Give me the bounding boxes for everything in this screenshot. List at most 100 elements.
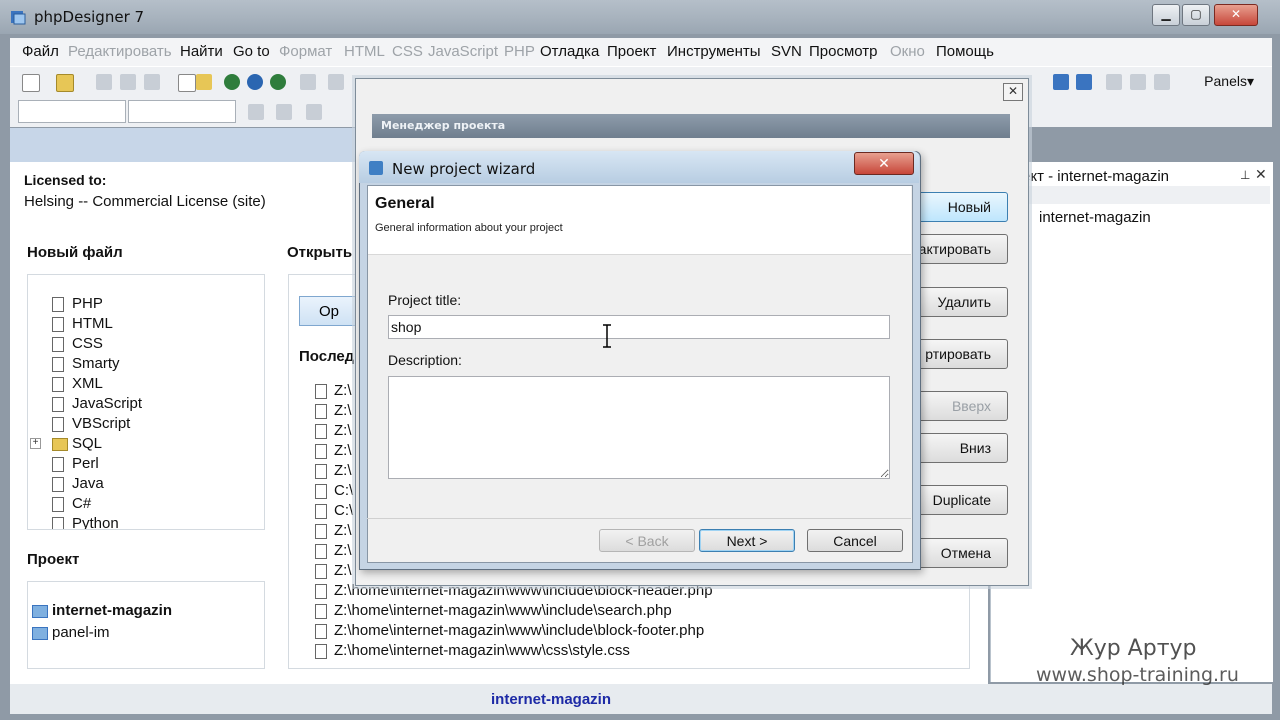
recent-file[interactable]: Z:\home\internet-magazin\www\css\style.c… [315, 642, 630, 659]
layout-icon[interactable] [1106, 74, 1122, 90]
file-icon [52, 477, 64, 492]
file-icon [315, 424, 327, 439]
new-file-item[interactable]: CSS [52, 335, 103, 352]
menu-window[interactable]: Окно [890, 43, 925, 60]
menu-find[interactable]: Найти [180, 43, 223, 60]
undo-icon[interactable] [328, 74, 344, 90]
recent-file[interactable]: Z:\home\internet-magazin\www\include\blo… [315, 622, 704, 639]
file-icon [52, 297, 64, 312]
menu-edit[interactable]: Редактировать [68, 43, 172, 60]
recent-file[interactable]: Z:\ [315, 382, 352, 399]
project-title-label: Project title: [388, 292, 462, 308]
menu-php[interactable]: PHP [504, 43, 535, 60]
watermark-url: www.shop-training.ru [1036, 664, 1239, 686]
project-tree-item[interactable]: internet-magazin [1039, 209, 1151, 226]
project-panel-title: ект - internet-magazin [1022, 168, 1169, 185]
wizard-close-button[interactable]: ✕ [854, 152, 914, 175]
menu-css[interactable]: CSS [392, 43, 423, 60]
next-button[interactable]: Next > [699, 529, 795, 552]
menu-file[interactable]: Файл [22, 43, 59, 60]
new-file-item[interactable]: XML [52, 375, 103, 392]
menu-svn[interactable]: SVN [771, 43, 802, 60]
new-file-item[interactable]: VBScript [52, 415, 130, 432]
menu-view[interactable]: Просмотр [809, 43, 878, 60]
menu-project[interactable]: Проект [607, 43, 656, 60]
size-combo[interactable] [128, 100, 236, 123]
new-file-item[interactable]: C# [52, 495, 91, 512]
minimize-button[interactable]: ▁ [1152, 4, 1180, 26]
file-icon [315, 604, 327, 619]
file-icon [52, 497, 64, 512]
page-icon[interactable] [178, 74, 196, 92]
back-button[interactable]: < Back [599, 529, 695, 552]
project-item[interactable]: panel-im [32, 624, 110, 641]
app-icon [10, 9, 26, 25]
save-all-icon[interactable] [144, 74, 160, 90]
print-icon[interactable] [300, 74, 316, 90]
file-icon [52, 377, 64, 392]
panels-button[interactable]: Panels▾ [1204, 73, 1254, 90]
recent-file[interactable]: C:\ [315, 482, 353, 499]
new-file-item[interactable]: JavaScript [52, 395, 142, 412]
maximize-button[interactable]: ▢ [1182, 4, 1210, 26]
recent-file[interactable]: Z:\ [315, 422, 352, 439]
description-textarea[interactable] [388, 376, 890, 479]
menu-tools[interactable]: Инструменты [667, 43, 761, 60]
file-icon [315, 444, 327, 459]
new-file-item[interactable]: PHP [52, 295, 103, 312]
project-title-input[interactable] [388, 315, 890, 339]
recent-file[interactable]: Z:\ [315, 402, 352, 419]
menu-javascript[interactable]: JavaScript [428, 43, 498, 60]
panel-left-icon[interactable] [1053, 74, 1069, 90]
open-button[interactable]: Op [299, 296, 359, 326]
close-window-button[interactable]: ✕ [1214, 4, 1258, 26]
new-file-item[interactable]: Perl [52, 455, 99, 472]
font-combo[interactable] [18, 100, 126, 123]
menu-format[interactable]: Формат [279, 43, 332, 60]
cancel-button[interactable]: Cancel [807, 529, 903, 552]
project-item[interactable]: internet-magazin [32, 602, 172, 619]
new-file-item[interactable]: HTML [52, 315, 113, 332]
folder-icon[interactable] [196, 74, 212, 90]
pin-icon[interactable]: ⊥ [1240, 168, 1250, 182]
expand-icon[interactable]: + [30, 438, 41, 449]
new-file-item[interactable]: Python [52, 515, 119, 529]
windows-icon[interactable] [1154, 74, 1170, 90]
new-file-item[interactable]: Smarty [52, 355, 120, 372]
menu-goto[interactable]: Go to [233, 43, 270, 60]
indent-icon[interactable] [248, 104, 264, 120]
recent-file[interactable]: Z:\ [315, 542, 352, 559]
panel-close-icon[interactable]: ✕ [1255, 166, 1267, 183]
form-icon[interactable] [306, 104, 322, 120]
save-as-icon[interactable] [120, 74, 136, 90]
wizard-header-pane [368, 186, 911, 255]
text-cursor-icon [602, 324, 612, 348]
new-file-item-sql[interactable]: + SQL [30, 435, 102, 452]
globe-green-icon[interactable] [270, 74, 286, 90]
new-file-item[interactable]: Java [52, 475, 104, 492]
open-title: Открыть [287, 244, 353, 261]
save-icon[interactable] [96, 74, 112, 90]
recent-file[interactable]: Z:\ [315, 462, 352, 479]
open-folder-icon[interactable] [56, 74, 74, 92]
globe-icon[interactable] [224, 74, 240, 90]
globe-blue-icon[interactable] [247, 74, 263, 90]
menu-html[interactable]: HTML [344, 43, 385, 60]
recent-file[interactable]: Z:\ [315, 562, 352, 579]
wizard-section-subtitle: General information about your project [375, 222, 563, 234]
recent-file[interactable]: Z:\ [315, 522, 352, 539]
project-manager-close-button[interactable]: ✕ [1003, 83, 1023, 101]
columns-icon[interactable] [1130, 74, 1146, 90]
menu-help[interactable]: Помощь [936, 43, 994, 60]
menu-debug[interactable]: Отладка [540, 43, 599, 60]
recent-file[interactable]: Z:\home\internet-magazin\www\include\sea… [315, 602, 672, 619]
new-file-title: Новый файл [27, 244, 123, 261]
recent-file[interactable]: Z:\ [315, 442, 352, 459]
new-file-icon[interactable] [22, 74, 40, 92]
wizard-title: New project wizard [392, 160, 536, 178]
table-icon[interactable] [276, 104, 292, 120]
menu-bar: Файл Редактировать Найти Go to Формат HT… [10, 38, 1272, 66]
file-icon [315, 504, 327, 519]
panel-right-icon[interactable] [1076, 74, 1092, 90]
recent-file[interactable]: C:\ [315, 502, 353, 519]
